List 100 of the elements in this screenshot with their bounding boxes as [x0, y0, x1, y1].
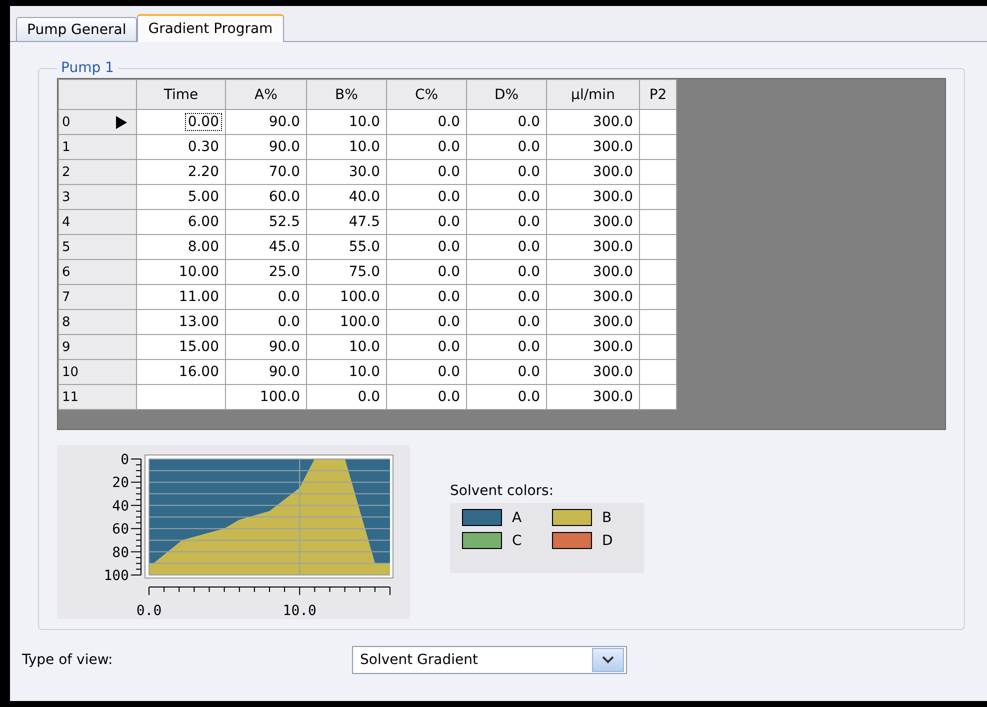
table-cell: 0.0: [386, 360, 466, 384]
table-cell: [640, 134, 676, 160]
table-cell: 300.0: [546, 334, 640, 360]
table-cell: 0.0: [466, 310, 546, 334]
table-cell: [640, 334, 676, 360]
table-cell: 90.0: [226, 360, 306, 384]
group-title: Pump 1: [60, 60, 115, 76]
view-dropdown[interactable]: Solvent Gradient: [352, 646, 627, 674]
table-cell: 300.0: [546, 310, 640, 334]
tab[interactable]: Pump General: [16, 17, 138, 41]
table-cell: 10.0: [306, 360, 386, 384]
table-cell: 0.30: [136, 134, 226, 160]
table-cell: 25.0: [226, 260, 306, 284]
table-cell: [640, 284, 676, 310]
table-cell: 15.00: [136, 334, 226, 360]
row-header[interactable]: 10: [58, 360, 136, 384]
table-cell: 6.00: [136, 210, 226, 234]
column-header[interactable]: P2: [640, 80, 676, 110]
row-number: 5: [62, 240, 70, 254]
table-cell: 40.0: [306, 184, 386, 210]
column-header[interactable]: C%: [386, 80, 466, 110]
row-header[interactable]: 5: [58, 234, 136, 260]
legend-label: A: [512, 510, 523, 526]
table-cell: 300.0: [546, 184, 640, 210]
table-cell: [640, 184, 676, 210]
table-cell: 0.0: [386, 334, 466, 360]
table-cell: 300.0: [546, 384, 640, 410]
row-number: 4: [62, 214, 70, 230]
table-cell: 0.0: [466, 134, 546, 160]
row-header[interactable]: 11: [58, 384, 136, 410]
table-cell: [640, 384, 676, 410]
table-cell: 100.0: [306, 284, 386, 310]
table-cell: 45.0: [226, 234, 306, 260]
row-number: 6: [62, 264, 70, 280]
row-header[interactable]: 2: [58, 160, 136, 184]
x-tick-label: 10.0: [282, 603, 316, 619]
table-cell: 300.0: [546, 110, 640, 134]
table-cell: 8.00: [136, 234, 226, 260]
table-cell: 0.0: [466, 210, 546, 234]
row-header[interactable]: 1: [58, 134, 136, 160]
row-header[interactable]: 4: [58, 210, 136, 234]
table-cell: 300.0: [546, 210, 640, 234]
row-number: 9: [62, 340, 70, 354]
table-cell: 55.0: [306, 234, 386, 260]
table-cell: 30.0: [306, 160, 386, 184]
column-header[interactable]: D%: [466, 80, 546, 110]
table-cell: 5.00: [136, 184, 226, 210]
column-header[interactable]: Time: [136, 80, 226, 110]
row-header[interactable]: 7: [58, 284, 136, 310]
table-cell: 0.0: [386, 134, 466, 160]
table-cell: 10.0: [306, 334, 386, 360]
x-tick-label: 0.0: [136, 603, 162, 619]
table-cell: 0.0: [466, 110, 546, 134]
y-tick-label: 0: [120, 452, 129, 468]
table-cell: [640, 360, 676, 384]
table-cell: 60.0: [226, 184, 306, 210]
table-cell: 300.0: [546, 360, 640, 384]
row-header[interactable]: 9: [58, 334, 136, 360]
table-cell: 90.0: [226, 334, 306, 360]
row-number: 2: [62, 164, 70, 180]
row-number: 10: [62, 364, 79, 380]
table-cell: [640, 234, 676, 260]
table-cell: 0.0: [466, 160, 546, 184]
row-number: 8: [62, 314, 70, 330]
legend-title: Solvent colors:: [450, 483, 555, 499]
table-cell: 47.5: [306, 210, 386, 234]
table-cell: 0.0: [386, 210, 466, 234]
table-cell: 0.0: [386, 260, 466, 284]
column-header[interactable]: A%: [226, 80, 306, 110]
row-number: 3: [62, 190, 70, 204]
table-cell: 100.0: [226, 384, 306, 410]
column-header[interactable]: µl/min: [546, 80, 640, 110]
row-header[interactable]: 8: [58, 310, 136, 334]
table-cell: 75.0: [306, 260, 386, 284]
table-cell: 0.0: [466, 184, 546, 210]
table-cell: 2.20: [136, 160, 226, 184]
table-cell: 0.00: [136, 110, 226, 134]
table-cell: 300.0: [546, 260, 640, 284]
y-tick-label: 20: [112, 475, 129, 492]
row-header[interactable]: 0: [58, 110, 136, 134]
column-header[interactable]: B%: [306, 80, 386, 110]
table-cell: 0.0: [386, 310, 466, 334]
table-cell: 0.0: [386, 110, 466, 134]
tab[interactable]: Gradient Program: [137, 14, 284, 42]
y-tick-label: 100: [104, 568, 129, 584]
table-cell: 10.0: [306, 110, 386, 134]
table-cell: 11.00: [136, 284, 226, 310]
table-cell: 10.00: [136, 260, 226, 284]
table-cell: 300.0: [546, 160, 640, 184]
table-cell: 0.0: [226, 310, 306, 334]
table-cell: 0.0: [466, 260, 546, 284]
view-label: Type of view:: [22, 652, 114, 668]
legend-label: B: [602, 510, 613, 526]
row-header[interactable]: 3: [58, 184, 136, 210]
table-cell: 0.0: [386, 384, 466, 410]
table-cell: 0.0: [386, 284, 466, 310]
table-cell: 0.0: [466, 284, 546, 310]
legend-label: C: [512, 532, 523, 548]
row-header[interactable]: 6: [58, 260, 136, 284]
table-cell: 70.0: [226, 160, 306, 184]
